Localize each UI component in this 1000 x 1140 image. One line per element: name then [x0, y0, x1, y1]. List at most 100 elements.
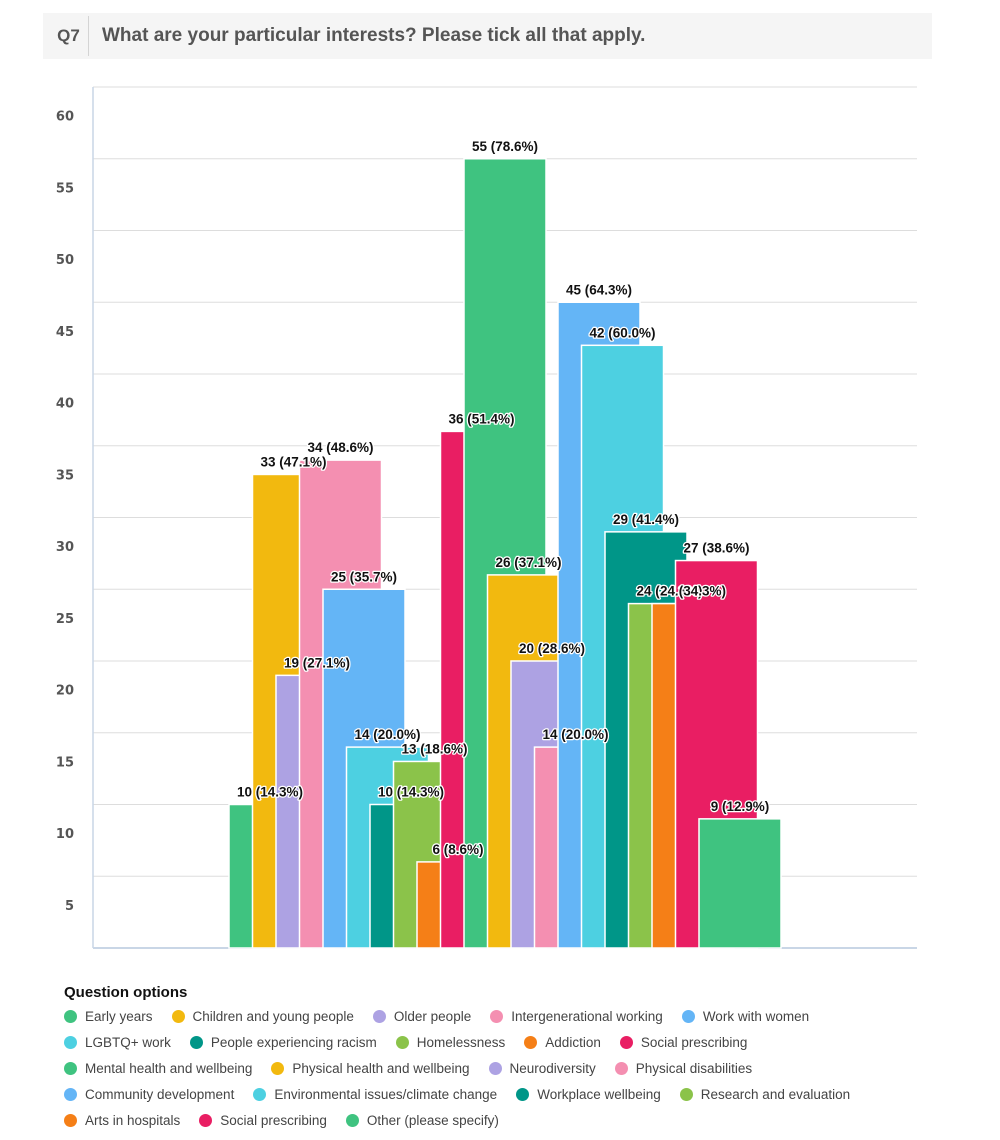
legend-label: LGBTQ+ work: [85, 1034, 171, 1050]
data-label: 34 (48.6%): [307, 440, 373, 455]
legend-item[interactable]: Social prescribing: [199, 1111, 327, 1129]
legend-dot-icon: [253, 1087, 267, 1101]
legend-title: Question options: [64, 984, 188, 1001]
data-label: 10 (14.3%): [237, 785, 303, 800]
data-label: 9 (12.9%): [711, 799, 770, 814]
legend-dot-icon: [64, 1009, 77, 1023]
legend-item[interactable]: Intergenerational working: [490, 1007, 663, 1025]
y-tick-label: 35: [56, 468, 74, 483]
legend-item[interactable]: Community development: [64, 1085, 234, 1103]
legend-dot-icon: [171, 1009, 185, 1023]
legend-item[interactable]: Older people: [372, 1007, 472, 1025]
legend-dot-icon: [345, 1113, 359, 1127]
legend-item[interactable]: Physical health and wellbeing: [271, 1059, 470, 1077]
legend-item[interactable]: Other (please specify): [345, 1111, 499, 1129]
legend-dot-icon: [614, 1061, 628, 1075]
legend-dot-icon: [372, 1009, 386, 1023]
legend-item[interactable]: Homelessness: [395, 1033, 506, 1051]
bar[interactable]: [698, 818, 782, 949]
data-label: 25 (35.7%): [331, 569, 397, 584]
data-label: 19 (27.1%): [284, 655, 350, 670]
legend-label: Mental health and wellbeing: [85, 1060, 253, 1076]
legend-dot-icon: [619, 1035, 633, 1049]
data-label: 14 (20.0%): [354, 727, 420, 742]
legend-dot-icon: [64, 1113, 77, 1127]
legend-label: Community development: [85, 1086, 235, 1102]
legend-dot-icon: [681, 1009, 695, 1023]
legend-item[interactable]: Work with women: [681, 1007, 810, 1025]
legend-label: Work with women: [702, 1008, 810, 1024]
legend-dot-icon: [679, 1087, 693, 1101]
legend-label: Addiction: [545, 1034, 601, 1050]
y-tick-label: 30: [56, 540, 74, 555]
legend-label: Physical disabilities: [635, 1060, 753, 1076]
legend-item[interactable]: Environmental issues/climate change: [253, 1085, 497, 1103]
data-label: 14 (20.0%): [542, 727, 608, 742]
legend-item[interactable]: Social prescribing: [619, 1033, 748, 1051]
y-tick-label: 50: [56, 253, 74, 268]
legend-label: Intergenerational working: [511, 1008, 663, 1024]
legend-item[interactable]: People experiencing racism: [189, 1033, 377, 1051]
legend-dot-icon: [189, 1035, 203, 1049]
legend-item[interactable]: Mental health and wellbeing: [64, 1059, 252, 1077]
legend-item[interactable]: LGBTQ+ work: [64, 1033, 171, 1051]
legend-label: Other (please specify): [366, 1112, 499, 1128]
y-tick-label: 55: [56, 181, 74, 196]
legend-dot-icon: [488, 1061, 502, 1075]
legend-label: Early years: [85, 1008, 153, 1024]
legend-item[interactable]: Workplace wellbeing: [516, 1085, 661, 1103]
y-tick-label: 5: [65, 899, 74, 914]
data-label: 27 (38.6%): [683, 541, 749, 556]
data-label: 13 (18.6%): [401, 741, 467, 756]
y-tick-label: 40: [56, 397, 74, 412]
legend-label: People experiencing racism: [210, 1034, 377, 1050]
data-label: 6 (8.6%): [432, 842, 483, 857]
legend-label: Social prescribing: [220, 1112, 327, 1128]
data-label: 29 (41.4%): [613, 512, 679, 527]
legend-label: Children and young people: [192, 1008, 354, 1024]
legend-dot-icon: [516, 1087, 530, 1101]
legend: Question options Early years Children and…: [64, 984, 944, 1129]
legend-item[interactable]: Research and evaluation: [679, 1085, 851, 1103]
data-label: 36 (51.4%): [448, 411, 514, 426]
legend-item[interactable]: Early years: [64, 1007, 153, 1025]
legend-item[interactable]: Physical disabilities: [614, 1059, 753, 1077]
legend-dot-icon: [64, 1035, 77, 1049]
legend-label: Older people: [393, 1008, 472, 1024]
data-label: 24 (34.3%): [660, 584, 726, 599]
legend-dot-icon: [64, 1087, 77, 1101]
data-label: 55 (78.6%): [472, 139, 538, 154]
legend-label: Physical health and wellbeing: [292, 1060, 470, 1076]
legend-label: Arts in hospitals: [85, 1112, 181, 1128]
legend-label: Research and evaluation: [700, 1086, 851, 1102]
legend-label: Environmental issues/climate change: [274, 1086, 498, 1102]
y-tick-label: 60: [56, 110, 74, 125]
data-label: 42 (60.0%): [589, 325, 655, 340]
legend-label: Homelessness: [416, 1034, 506, 1050]
legend-dot-icon: [524, 1035, 538, 1049]
legend-label: Neurodiversity: [509, 1060, 596, 1076]
legend-dot-icon: [271, 1061, 285, 1075]
data-label: 20 (28.6%): [519, 641, 585, 656]
legend-dot-icon: [490, 1009, 504, 1023]
legend-item[interactable]: Addiction: [524, 1033, 601, 1051]
legend-item[interactable]: Neurodiversity: [488, 1059, 596, 1077]
bar-chart: 5 10 15 20 25 30 35 40 45 50 55 60 10 (14.3%) 33 (47…: [56, 86, 917, 949]
legend-label: Social prescribing: [640, 1034, 748, 1050]
data-label: 26 (37.1%): [495, 555, 561, 570]
y-tick-label: 15: [56, 755, 74, 770]
legend-item[interactable]: Children and young people: [171, 1007, 354, 1025]
legend-item[interactable]: Arts in hospitals: [64, 1111, 180, 1129]
legend-items: Early years Children and young people Olde…: [64, 1007, 924, 1129]
y-tick-label: 45: [56, 325, 74, 340]
y-tick-label: 20: [56, 684, 74, 699]
legend-dot-icon: [199, 1113, 213, 1127]
data-label: 33 (47.1%): [260, 454, 326, 469]
legend-label: Workplace wellbeing: [537, 1086, 661, 1102]
legend-dot-icon: [64, 1061, 77, 1075]
y-tick-label: 10: [56, 827, 74, 842]
data-label: 45 (64.3%): [566, 282, 632, 297]
data-label: 10 (14.3%): [378, 785, 444, 800]
y-tick-label: 25: [56, 612, 74, 627]
legend-dot-icon: [395, 1035, 409, 1049]
